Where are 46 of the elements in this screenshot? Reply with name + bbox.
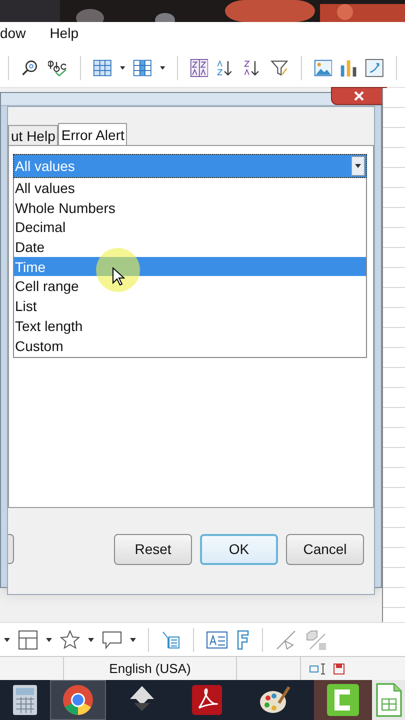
pdf-reader-icon[interactable] — [192, 685, 222, 715]
caret-icon[interactable] — [88, 638, 94, 642]
dropdown-option[interactable]: Whole Numbers — [14, 198, 366, 218]
speech-bubble-icon[interactable] — [102, 630, 122, 650]
dropdown-option[interactable]: All values — [14, 178, 366, 198]
close-button[interactable] — [331, 87, 387, 105]
cursor-icon — [112, 267, 125, 286]
calculator-icon[interactable] — [12, 684, 38, 716]
browser-icon[interactable] — [62, 684, 94, 716]
caret-icon[interactable] — [46, 638, 52, 642]
dialog-button[interactable]: Cancel — [286, 534, 364, 564]
spreadsheet-app-icon[interactable] — [376, 683, 402, 717]
menu-item[interactable]: Help — [50, 23, 78, 48]
dropdown-option[interactable]: Date — [14, 237, 366, 257]
points-icon[interactable] — [275, 628, 297, 650]
close-icon — [354, 91, 364, 101]
palette-icon[interactable] — [259, 685, 291, 715]
save-icon[interactable] — [333, 662, 345, 674]
image-icon[interactable] — [314, 58, 332, 78]
table-grid-icon[interactable] — [92, 58, 112, 78]
caret-icon[interactable] — [4, 638, 10, 642]
cursor-highlight — [96, 248, 140, 292]
button[interactable] — [8, 534, 14, 564]
layout-icon[interactable] — [18, 630, 38, 650]
caret-icon[interactable] — [160, 66, 165, 70]
dropdown-option[interactable]: Custom — [14, 336, 366, 356]
tab[interactable]: ut Help — [8, 125, 58, 145]
tab[interactable]: Error Alert — [58, 123, 128, 145]
menu-item[interactable]: dow — [0, 23, 26, 48]
sort-icon[interactable] — [190, 56, 208, 78]
dropdown-option[interactable]: Cell range — [14, 276, 366, 296]
dialog-button[interactable]: Reset — [114, 534, 192, 564]
form-icon[interactable] — [236, 630, 250, 650]
caret-icon[interactable] — [355, 164, 361, 168]
dropdown-option[interactable]: Text length — [14, 316, 366, 336]
dropdown-option[interactable]: List — [14, 296, 366, 316]
caret-icon[interactable] — [120, 66, 125, 70]
text-box-icon[interactable] — [161, 630, 181, 650]
dropdown-option[interactable]: Decimal — [14, 217, 366, 238]
dialog-button[interactable]: OK — [200, 534, 278, 564]
table-grid-icon[interactable] — [132, 58, 152, 78]
selection-mode-icon[interactable] — [309, 662, 327, 674]
star-icon[interactable] — [60, 630, 80, 650]
caret-icon[interactable] — [130, 638, 136, 642]
fontwork-icon[interactable] — [206, 630, 228, 648]
pivot-table-icon[interactable] — [365, 56, 384, 78]
